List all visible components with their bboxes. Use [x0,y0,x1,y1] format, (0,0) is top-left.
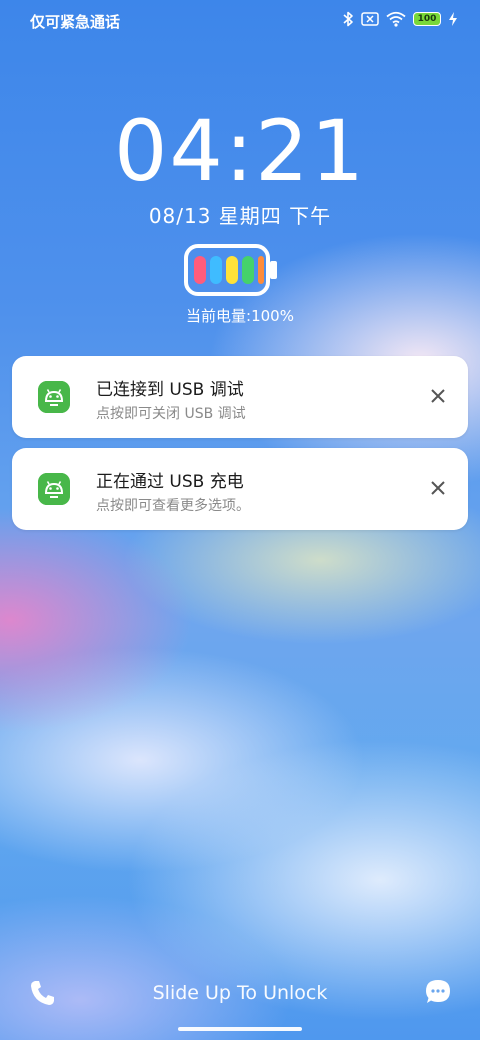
wifi-icon [386,11,406,27]
android-app-icon [38,381,70,413]
message-icon[interactable] [424,978,452,1006]
battery-large-icon [184,244,277,296]
carrier-text: 仅可紧急通话 [30,13,121,31]
no-sim-icon [361,12,379,26]
battery-bar-4 [242,256,254,284]
battery-bar-2 [210,256,222,284]
android-app-icon [38,473,70,505]
notification-subtitle: 点按即可关闭 USB 调试 [96,406,246,422]
notification-subtitle: 点按即可查看更多选项。 [96,498,250,514]
bluetooth-icon [343,11,353,27]
status-icons: 100 [342,10,458,28]
notification-title: 正在通过 USB 充电 [96,472,244,492]
battery-status-text: 当前电量:100% [186,307,294,325]
charging-icon [449,12,457,26]
status-bar: 仅可紧急通话 100 [0,0,480,42]
home-indicator[interactable] [178,1027,302,1031]
notification-usb-charging[interactable]: 正在通过 USB 充电 点按即可查看更多选项。 [12,448,468,530]
notification-title: 已连接到 USB 调试 [96,380,244,400]
close-icon[interactable] [426,384,450,408]
lock-clock: 04:21 [113,102,367,200]
battery-bar-5 [258,256,264,284]
battery-icon: 100 [413,12,441,26]
battery-bar-3 [226,256,238,284]
close-icon[interactable] [426,476,450,500]
battery-level-text: 100 [417,14,437,24]
lock-bottom-bar: Slide Up To Unlock [0,970,480,1030]
battery-bar-1 [194,256,206,284]
lock-date: 08/13 星期四 下午 [148,204,332,228]
notification-usb-debugging[interactable]: 已连接到 USB 调试 点按即可关闭 USB 调试 [12,356,468,438]
slide-to-unlock-text[interactable]: Slide Up To Unlock [0,982,480,1004]
